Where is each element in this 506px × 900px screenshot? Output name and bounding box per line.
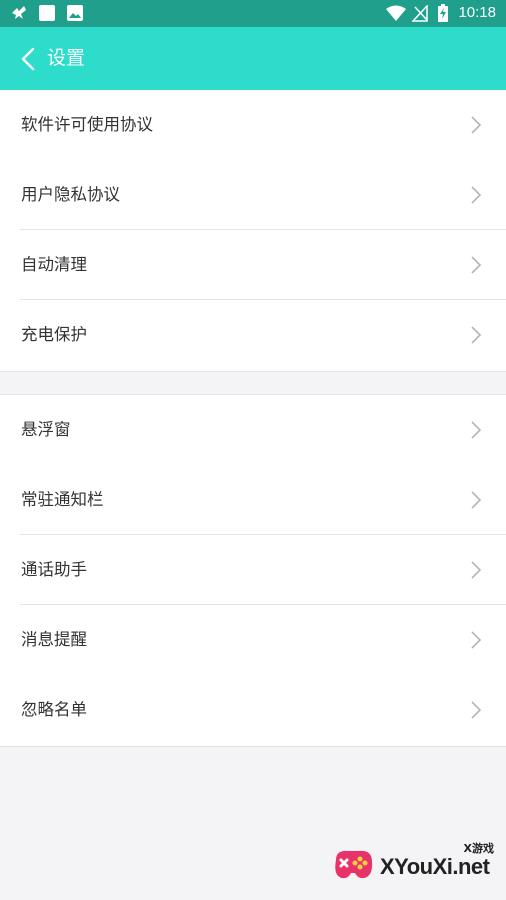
image-notification-icon [67,5,83,21]
settings-item-label: 自动清理 [21,255,87,274]
square-notification-icon [39,5,55,21]
settings-item-charge-protection[interactable]: 充电保护 [0,300,506,370]
settings-group-2: 悬浮窗 常驻通知栏 通话助手 消息提醒 忽略名单 [0,394,506,747]
settings-item-label: 软件许可使用协议 [21,115,153,134]
settings-item-software-license[interactable]: 软件许可使用协议 [0,90,506,160]
page-title: 设置 [47,47,86,69]
watermark-text: XYouXi.net [380,854,490,879]
settings-item-label: 通话助手 [21,560,87,579]
chevron-right-icon [471,116,482,134]
settings-item-floating-window[interactable]: 悬浮窗 [0,395,506,465]
chevron-right-icon [471,491,482,509]
chevron-right-icon [471,421,482,439]
bird-notification-icon [12,6,26,19]
chevron-right-icon [471,326,482,344]
settings-item-persistent-notification[interactable]: 常驻通知栏 [0,465,506,535]
status-time: 10:18 [458,4,496,21]
app-bar: 设置 [0,27,506,90]
watermark: X游戏 XYouXi.net [330,838,498,890]
settings-item-label: 悬浮窗 [21,420,71,439]
settings-item-label: 用户隐私协议 [21,185,120,204]
chevron-left-icon [21,47,35,71]
settings-item-label: 充电保护 [21,325,87,344]
settings-item-privacy-policy[interactable]: 用户隐私协议 [0,160,506,230]
chevron-right-icon [471,701,482,719]
settings-item-label: 忽略名单 [21,700,87,719]
status-bar: 10:18 [0,0,506,27]
chevron-right-icon [471,561,482,579]
wifi-icon [386,5,406,21]
no-signal-icon [412,5,428,22]
gamepad-logo-icon [335,850,373,879]
settings-item-ignore-list[interactable]: 忽略名单 [0,675,506,745]
battery-charging-icon [438,4,448,22]
settings-group-1: 软件许可使用协议 用户隐私协议 自动清理 充电保护 [0,90,506,372]
back-button[interactable] [14,44,44,74]
settings-item-auto-clean[interactable]: 自动清理 [0,230,506,300]
settings-item-label: 消息提醒 [21,630,87,649]
chevron-right-icon [471,631,482,649]
settings-item-call-assistant[interactable]: 通话助手 [0,535,506,605]
settings-item-message-reminder[interactable]: 消息提醒 [0,605,506,675]
chevron-right-icon [471,186,482,204]
chevron-right-icon [471,256,482,274]
settings-item-label: 常驻通知栏 [21,490,104,509]
